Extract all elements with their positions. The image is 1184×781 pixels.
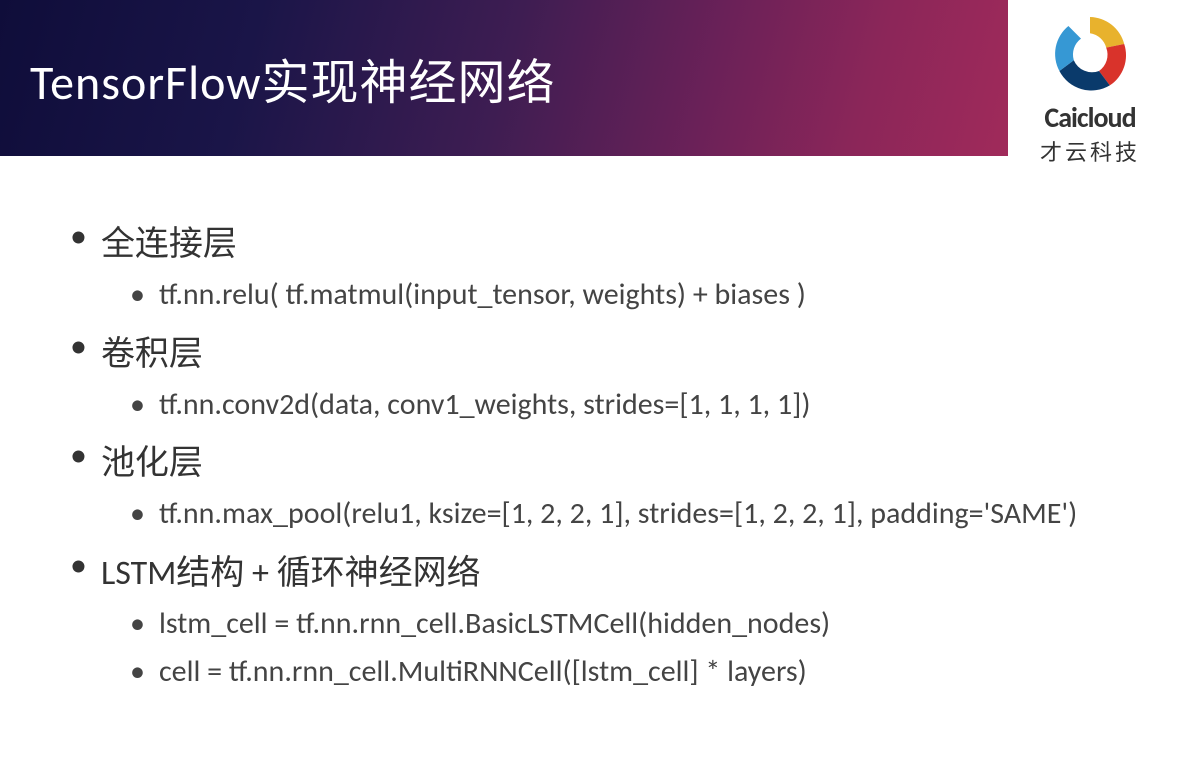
- bullet-list: • 全连接层 • tf.nn.relu( tf.matmul(input_ten…: [70, 216, 1124, 693]
- bullet-text: lstm_cell = tf.nn.rnn_cell.BasicLSTMCell…: [159, 604, 1124, 645]
- bullet-text: 池化层: [101, 435, 1124, 484]
- logo-container: Caicloud 才云科技: [1010, 8, 1170, 167]
- bullet-text: 卷积层: [101, 326, 1124, 375]
- bullet-icon: •: [70, 545, 87, 586]
- bullet-text: tf.nn.max_pool(relu1, ksize=[1, 2, 2, 1]…: [159, 494, 1124, 535]
- bullet-text: cell = tf.nn.rnn_cell.MultiRNNCell([lstm…: [159, 652, 1124, 693]
- list-item: • cell = tf.nn.rnn_cell.MultiRNNCell([ls…: [130, 652, 1124, 693]
- bullet-icon: •: [70, 435, 87, 476]
- list-item: • 卷积层: [70, 326, 1124, 375]
- logo-subtitle: 才云科技: [1040, 135, 1140, 167]
- list-item: • tf.nn.conv2d(data, conv1_weights, stri…: [130, 385, 1124, 426]
- list-item: • tf.nn.relu( tf.matmul(input_tensor, we…: [130, 275, 1124, 316]
- list-item: • 全连接层: [70, 216, 1124, 265]
- bullet-icon: •: [130, 604, 145, 645]
- bullet-icon: •: [70, 326, 87, 367]
- logo-brand-text: Caicloud: [1044, 100, 1135, 135]
- bullet-text: tf.nn.conv2d(data, conv1_weights, stride…: [159, 385, 1124, 426]
- list-item: • LSTM结构 + 循环神经网络: [70, 545, 1124, 594]
- slide-content: • 全连接层 • tf.nn.relu( tf.matmul(input_ten…: [0, 156, 1184, 721]
- list-item: • 池化层: [70, 435, 1124, 484]
- bullet-icon: •: [130, 494, 145, 535]
- bullet-icon: •: [130, 652, 145, 693]
- bullet-text: 全连接层: [101, 216, 1124, 265]
- bullet-icon: •: [70, 216, 87, 257]
- bullet-text: tf.nn.relu( tf.matmul(input_tensor, weig…: [159, 275, 1124, 316]
- bullet-icon: •: [130, 385, 145, 426]
- list-item: • lstm_cell = tf.nn.rnn_cell.BasicLSTMCe…: [130, 604, 1124, 645]
- bullet-icon: •: [130, 275, 145, 316]
- caicloud-logo-icon: [1045, 8, 1135, 98]
- bullet-text: LSTM结构 + 循环神经网络: [101, 545, 1124, 594]
- list-item: • tf.nn.max_pool(relu1, ksize=[1, 2, 2, …: [130, 494, 1124, 535]
- header-banner: TensorFlow实现神经网络: [0, 0, 1008, 156]
- page-title: TensorFlow实现神经网络: [30, 43, 556, 113]
